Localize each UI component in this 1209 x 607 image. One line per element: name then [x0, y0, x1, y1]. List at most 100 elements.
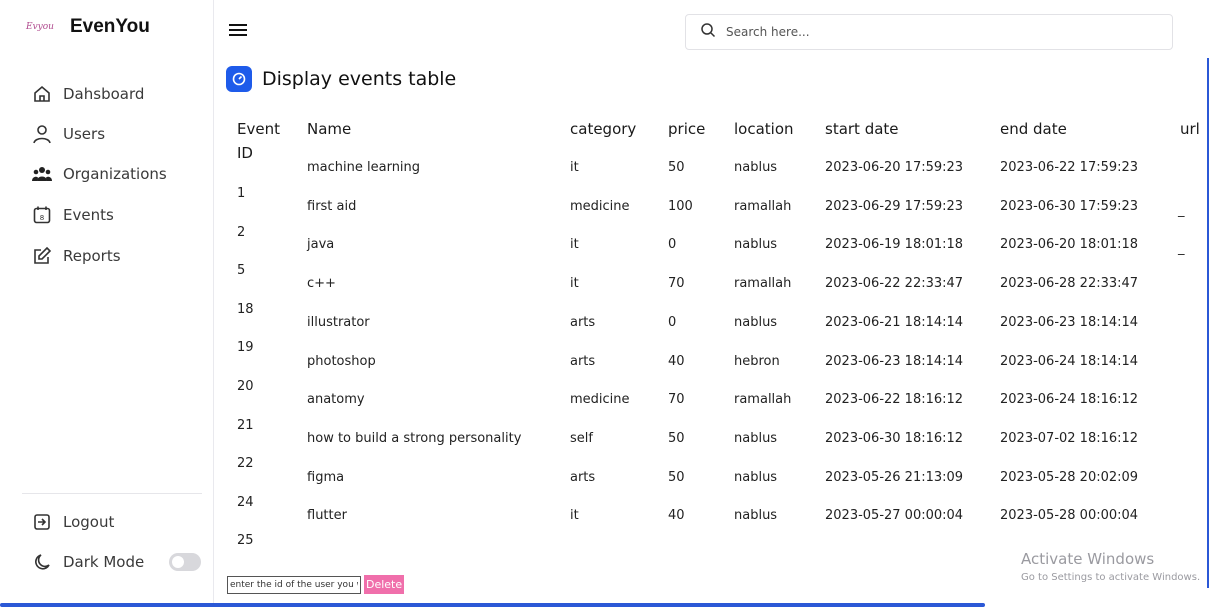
delete-id-input[interactable] [227, 576, 361, 594]
start-date-cell: 2023-06-19 18:01:18 [825, 237, 964, 253]
brand-name: EvenYou [70, 16, 150, 37]
column-header-price: price [668, 120, 706, 138]
users-group-icon [32, 164, 52, 184]
name-cell: illustrator [307, 314, 370, 330]
end-date-cell: 2023-06-24 18:14:14 [1000, 353, 1139, 369]
price-cell: 70 [668, 392, 685, 408]
moon-icon [32, 552, 52, 572]
location-cell: ramallah [734, 392, 792, 408]
end-date-cell: 2023-06-28 22:33:47 [1000, 276, 1139, 292]
sidebar-item-label: Reports [63, 247, 121, 265]
start-date-cell: 2023-06-20 17:59:23 [825, 160, 964, 175]
start-date-cell: 2023-06-29 17:59:23 [825, 198, 964, 214]
category-cell: arts [570, 469, 596, 485]
sidebar-item-label: Users [63, 125, 106, 143]
sidebar-item-reports[interactable]: Reports [32, 246, 121, 266]
dark-mode-row: Dark Mode [32, 552, 144, 572]
price-cell: 0 [668, 237, 677, 253]
location-cell: nablus [734, 469, 778, 485]
location-cell: nablus [734, 314, 778, 330]
watermark-subtitle: Go to Settings to activate Windows. [1021, 572, 1201, 583]
end-date-cell: 2023-05-28 20:02:09 [1000, 469, 1139, 485]
price-cell: 0 [668, 314, 677, 330]
name-cell: c++ [307, 276, 336, 292]
brand-logo: Evyou [26, 22, 54, 32]
brand[interactable]: Evyou EvenYou [26, 16, 150, 38]
event-id-cell: 25 [237, 533, 254, 549]
name-cell: anatomy [307, 392, 365, 408]
price-cell: 50 [668, 469, 685, 485]
category-cell: it [570, 276, 579, 292]
activate-windows-watermark: Activate Windows Go to Settings to activ… [1021, 550, 1200, 583]
sidebar-item-label: Organizations [63, 165, 167, 183]
bottom-progress-bar [0, 603, 985, 607]
column-header-location: location [734, 120, 794, 138]
calendar-icon: 8 [32, 205, 52, 225]
price-cell: 40 [668, 353, 685, 369]
logout-button[interactable]: Logout [32, 512, 114, 532]
start-date-cell: 2023-06-22 18:16:12 [825, 392, 964, 408]
name-cell: java [307, 237, 335, 253]
end-date-cell: 2023-05-28 00:00:04 [1000, 508, 1139, 524]
sidebar-divider [22, 493, 202, 494]
column-header-name: Name [307, 120, 352, 138]
column-header-category: category [570, 120, 637, 138]
event-id-cell: 24 [237, 494, 254, 510]
category-cell: medicine [570, 198, 630, 214]
sidebar-item-events[interactable]: 8 Events [32, 205, 114, 225]
start-date-cell: 2023-05-27 00:00:04 [825, 508, 964, 524]
column-header-id: Event ID [237, 120, 280, 162]
url-cell: _ [1178, 241, 1185, 257]
price-cell: 50 [668, 430, 685, 446]
category-cell: arts [570, 353, 596, 369]
event-id-cell: 5 [237, 263, 246, 279]
name-cell: figma [307, 469, 345, 485]
price-cell: 100 [668, 198, 693, 214]
name-cell: first aid [307, 198, 357, 214]
column-header-end-date: end date [1000, 120, 1067, 138]
location-cell: hebron [734, 353, 780, 369]
sidebar-item-label: Events [63, 206, 114, 224]
event-id-cell: 20 [237, 379, 254, 394]
name-cell: flutter [307, 508, 347, 524]
end-date-cell: 2023-06-23 18:14:14 [1000, 314, 1139, 330]
sidebar-item-dashboard[interactable]: Dahsboard [32, 84, 144, 104]
location-cell: ramallah [734, 198, 792, 214]
price-cell: 70 [668, 276, 685, 292]
dark-mode-label: Dark Mode [63, 553, 145, 571]
sidebar-item-users[interactable]: Users [32, 124, 105, 144]
location-cell: nablus [734, 237, 778, 253]
price-cell: 50 [668, 160, 685, 175]
start-date-cell: 2023-06-22 22:33:47 [825, 276, 964, 292]
search-input[interactable] [726, 25, 1146, 39]
dark-mode-toggle[interactable] [169, 553, 201, 571]
location-cell: nablus [734, 508, 778, 524]
edit-report-icon [32, 246, 52, 266]
logout-icon [32, 512, 52, 532]
category-cell: medicine [570, 392, 630, 408]
search-icon [700, 22, 726, 42]
sidebar-item-organizations[interactable]: Organizations [32, 164, 167, 184]
page-heading: Display events table [226, 66, 456, 92]
location-cell: ramallah [734, 276, 792, 292]
home-icon [32, 84, 52, 104]
event-id-cell: 2 [237, 224, 246, 240]
category-cell: it [570, 237, 579, 253]
speedometer-icon [226, 66, 252, 92]
start-date-cell: 2023-06-23 18:14:14 [825, 353, 964, 369]
end-date-cell: 2023-06-20 18:01:18 [1000, 237, 1139, 253]
watermark-title: Activate Windows [1021, 550, 1155, 568]
column-header-start-date: start date [825, 120, 899, 138]
event-id-cell: 1 [237, 186, 246, 201]
location-cell: nablus [734, 430, 778, 446]
page-title: Display events table [262, 68, 457, 90]
url-cell: _ [1178, 202, 1185, 218]
event-id-cell: 19 [237, 340, 254, 356]
start-date-cell: 2023-06-30 18:16:12 [825, 430, 964, 446]
logout-label: Logout [63, 513, 115, 531]
end-date-cell: 2023-06-22 17:59:23 [1000, 160, 1139, 175]
category-cell: self [570, 430, 593, 446]
category-cell: it [570, 508, 579, 524]
delete-button[interactable]: Delete [364, 575, 405, 594]
menu-toggle-icon[interactable] [229, 24, 247, 38]
